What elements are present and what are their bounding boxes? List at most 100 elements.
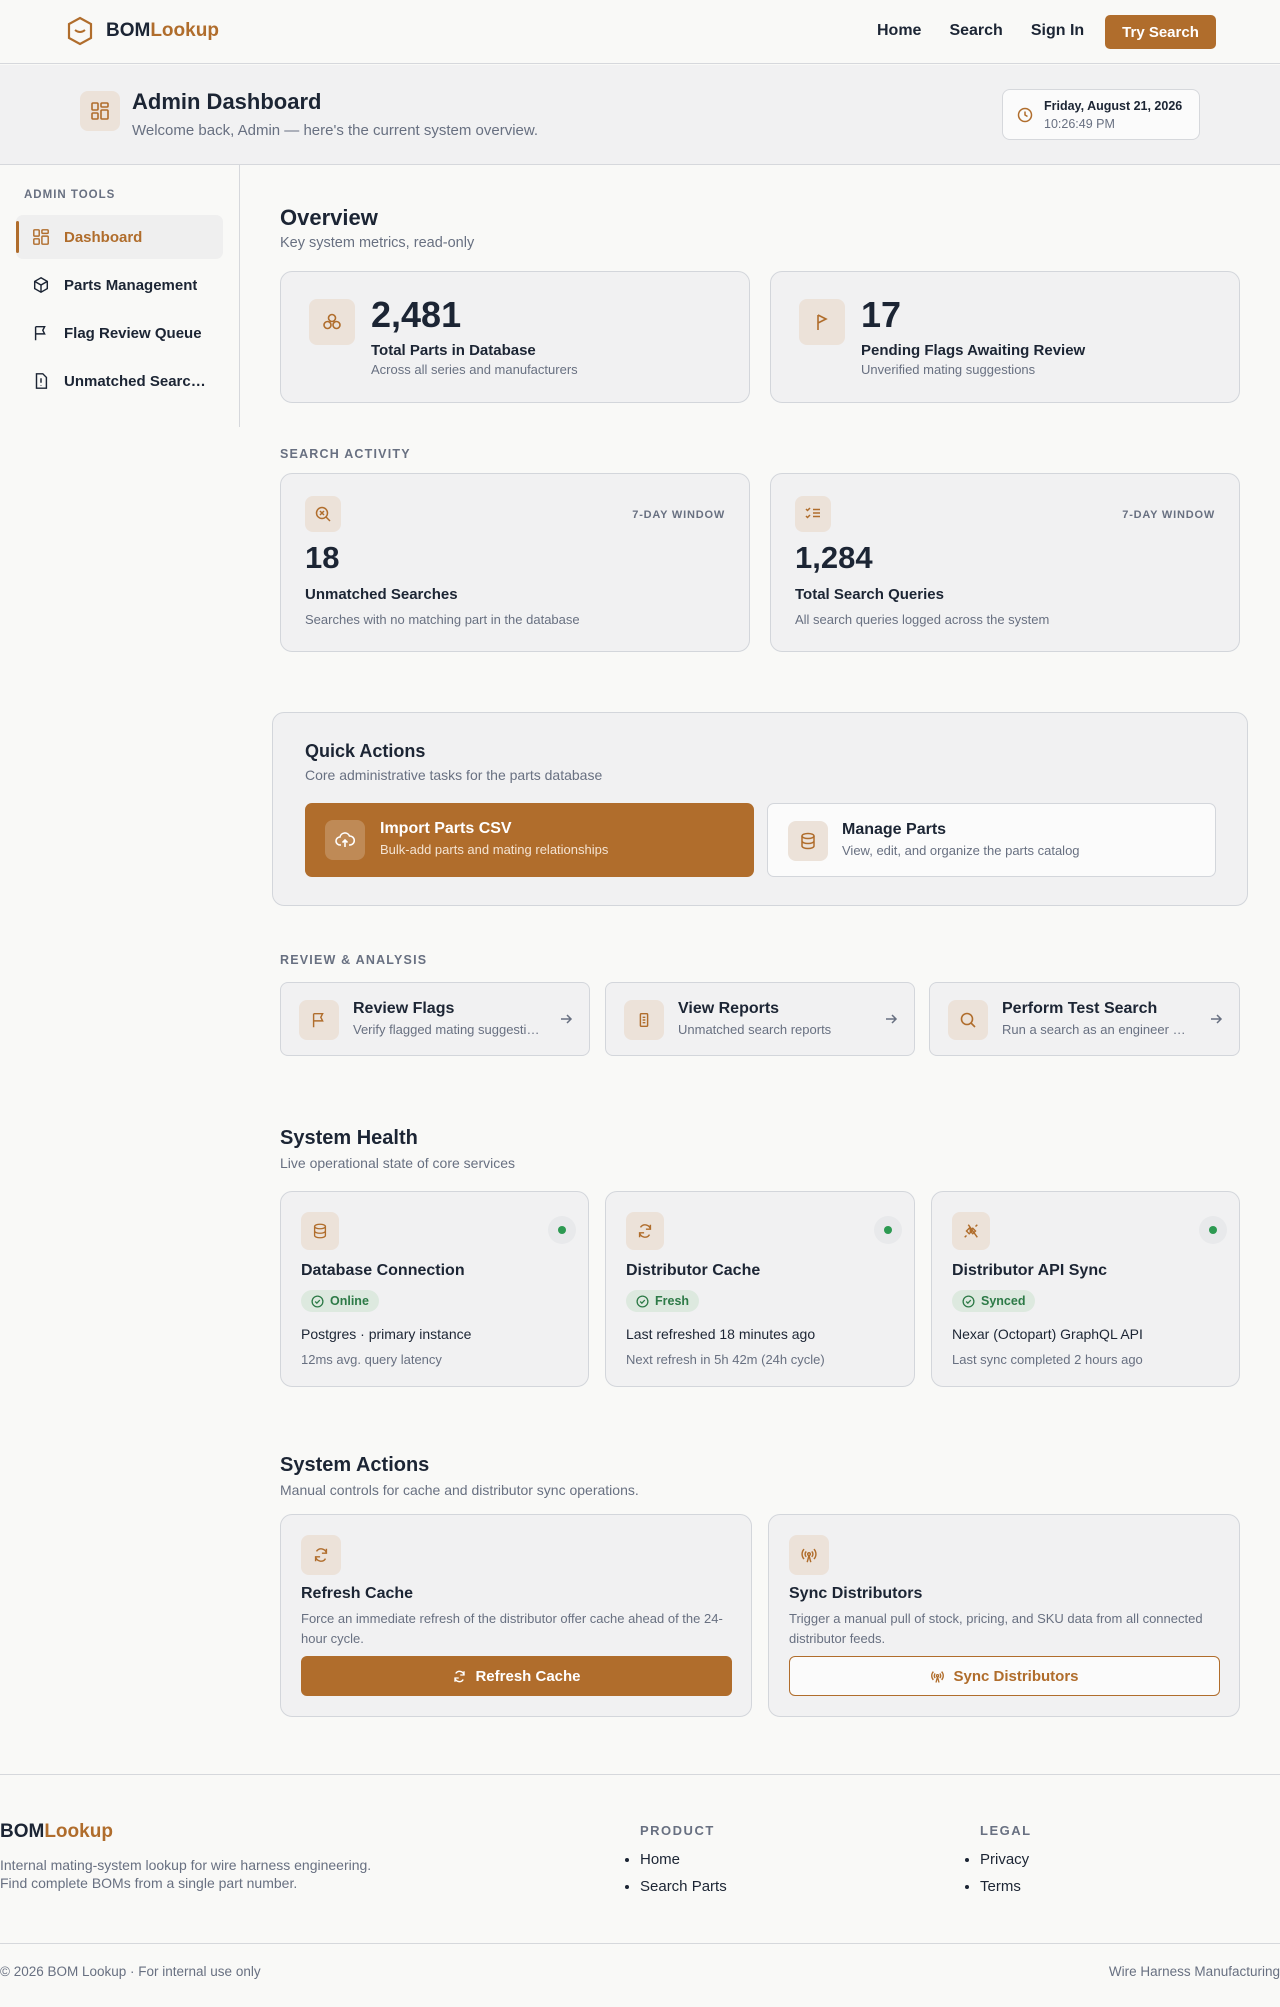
dashboard-icon	[80, 91, 120, 131]
nav-sign-in[interactable]: Sign In	[1031, 22, 1084, 40]
footer-copyright: © 2026 BOM Lookup · For internal use onl…	[0, 1964, 261, 1979]
status-dot	[874, 1216, 902, 1244]
plug-icon	[952, 1212, 990, 1250]
overview-title: Overview	[280, 205, 378, 230]
search-icon	[948, 1000, 988, 1040]
unmatched-sub: Searches with no matching part in the da…	[305, 612, 580, 627]
import-parts-csv-button[interactable]: Import Parts CSV Bulk-add parts and mati…	[305, 803, 754, 877]
metric-card-total-parts: 2,481 Total Parts in Database Across all…	[280, 271, 750, 403]
broadcast-icon	[930, 1669, 945, 1684]
quick-actions-title: Quick Actions	[305, 741, 426, 761]
nav-search[interactable]: Search	[949, 22, 1002, 40]
manage-parts-button[interactable]: Manage Parts View, edit, and organize th…	[767, 803, 1216, 877]
footer-link-home[interactable]: Home	[640, 1851, 727, 1868]
current-date: Friday, August 21, 2026	[1044, 99, 1183, 113]
sync-distributors-button[interactable]: Sync Distributors	[789, 1656, 1220, 1696]
hexagon-logo-icon	[66, 16, 94, 46]
status-badge: Synced	[952, 1290, 1036, 1312]
footer-link-terms[interactable]: Terms	[980, 1878, 1029, 1895]
status-badge: Online	[301, 1290, 379, 1312]
search-x-icon	[305, 496, 341, 532]
health-card-database: Database Connection Online Postgres · pr…	[280, 1191, 589, 1387]
status-text: Synced	[981, 1294, 1026, 1308]
sidebar-item-dashboard[interactable]: Dashboard	[16, 215, 223, 259]
footer-divider	[0, 1774, 1280, 1775]
health-title: System Health	[280, 1127, 418, 1149]
footer-link-search-parts[interactable]: Search Parts	[640, 1878, 727, 1895]
arrow-right-icon	[884, 1012, 898, 1026]
footer-tagline-line1: Internal mating-system lookup for wire h…	[0, 1857, 372, 1873]
window-label: 7-DAY WINDOW	[1122, 509, 1215, 521]
view-reports-link[interactable]: View Reports Unmatched search reports	[605, 982, 915, 1056]
footer-link-privacy[interactable]: Privacy	[980, 1851, 1029, 1868]
parts-cluster-icon	[309, 299, 355, 345]
footer-product-links: Home Search Parts	[620, 1851, 727, 1905]
health-detail: Postgres · primary instance	[301, 1326, 472, 1342]
health-meta: Last sync completed 2 hours ago	[952, 1352, 1143, 1367]
sidebar-item-parts-management[interactable]: Parts Management	[16, 263, 223, 307]
refresh-cache-button[interactable]: Refresh Cache	[301, 1656, 732, 1696]
nav-home[interactable]: Home	[877, 22, 921, 40]
total-parts-sub: Across all series and manufacturers	[371, 362, 578, 377]
page-title: Admin Dashboard	[132, 89, 322, 114]
import-sub: Bulk-add parts and mating relationships	[380, 842, 609, 857]
health-card-distributor-cache: Distributor Cache Fresh Last refreshed 1…	[605, 1191, 915, 1387]
manage-sub: View, edit, and organize the parts catal…	[842, 843, 1080, 858]
footer-tagline-line2: Find complete BOMs from a single part nu…	[0, 1875, 298, 1891]
nav-links: Home Search Sign In	[877, 22, 1084, 40]
brand-part1: BOM	[106, 20, 151, 41]
sidebar-item-label: Unmatched Searches	[64, 372, 214, 390]
status-text: Fresh	[655, 1294, 690, 1308]
brand-logo[interactable]: BOMLookup	[66, 16, 219, 46]
activity-card-total-queries: 7-DAY WINDOW 1,284 Total Search Queries …	[770, 473, 1240, 652]
health-card-api-sync: Distributor API Sync Synced Nexar (Octop…	[931, 1191, 1240, 1387]
footer-legal-links: Privacy Terms	[960, 1851, 1029, 1905]
review-flags-link[interactable]: Review Flags Verify flagged mating sugge…	[280, 982, 590, 1056]
try-search-button[interactable]: Try Search	[1105, 15, 1216, 49]
datetime-box: Friday, August 21, 2026 10:26:49 PM	[1002, 89, 1200, 140]
sidebar-item-unmatched-searches[interactable]: Unmatched Searches	[16, 359, 223, 403]
sync-distributors-button-label: Sync Distributors	[953, 1667, 1079, 1685]
review-flags-label: Review Flags	[353, 1000, 455, 1017]
review-flags-sub: Verify flagged mating suggestions	[353, 1022, 543, 1037]
box-icon	[32, 276, 50, 294]
check-circle-icon	[962, 1294, 975, 1308]
check-circle-icon	[311, 1294, 324, 1308]
metric-card-pending-flags: 17 Pending Flags Awaiting Review Unverif…	[770, 271, 1240, 403]
window-label: 7-DAY WINDOW	[632, 509, 725, 521]
quick-actions-subtitle: Core administrative tasks for the parts …	[305, 767, 603, 783]
database-icon	[301, 1212, 339, 1250]
pending-flags-sub: Unverified mating suggestions	[861, 362, 1036, 377]
page-subtitle: Welcome back, Admin — here's the current…	[132, 122, 539, 139]
perform-test-search-link[interactable]: Perform Test Search Run a search as an e…	[929, 982, 1240, 1056]
refresh-icon	[452, 1669, 467, 1684]
sidebar-item-label: Flag Review Queue	[64, 324, 202, 342]
sidebar-item-label: Dashboard	[64, 228, 143, 246]
dashboard-icon	[32, 228, 50, 246]
perform-test-search-label: Perform Test Search	[1002, 1000, 1158, 1017]
footer-brand[interactable]: BOMLookup	[0, 1821, 113, 1843]
system-actions-title: System Actions	[280, 1454, 430, 1476]
sync-distributors-desc: Trigger a manual pull of stock, pricing,…	[789, 1611, 1203, 1646]
report-icon	[624, 1000, 664, 1040]
review-caption: REVIEW & ANALYSIS	[280, 953, 428, 967]
pending-flags-label: Pending Flags Awaiting Review	[861, 342, 1086, 359]
total-queries-label: Total Search Queries	[795, 586, 944, 603]
status-dot	[548, 1216, 576, 1244]
status-text: Online	[330, 1294, 369, 1308]
system-actions-subtitle: Manual controls for cache and distributo…	[280, 1482, 639, 1498]
broadcast-icon	[789, 1535, 829, 1575]
sidebar-item-label: Parts Management	[64, 276, 198, 294]
refresh-icon	[626, 1212, 664, 1250]
cloud-upload-icon	[325, 820, 365, 860]
sidebar-item-flag-review-queue[interactable]: Flag Review Queue	[16, 311, 223, 355]
database-icon	[788, 821, 828, 861]
health-meta: Next refresh in 5h 42m (24h cycle)	[626, 1352, 825, 1367]
clock-icon	[1017, 107, 1033, 123]
import-label: Import Parts CSV	[380, 820, 512, 837]
footer-legal-heading: LEGAL	[980, 1823, 1032, 1838]
sidebar-heading: ADMIN TOOLS	[24, 189, 116, 201]
current-time: 10:26:49 PM	[1044, 117, 1115, 131]
total-parts-label: Total Parts in Database	[371, 342, 536, 359]
refresh-cache-card: Refresh Cache Force an immediate refresh…	[280, 1514, 752, 1717]
